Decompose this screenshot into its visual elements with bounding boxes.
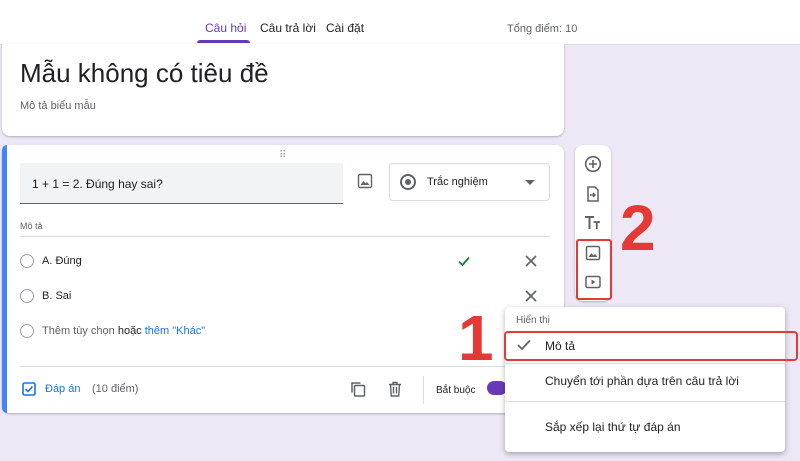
question-type-label: Trắc nghiệm <box>427 176 488 188</box>
total-points: Tổng điểm: 10 <box>507 23 578 35</box>
description-underline <box>20 236 550 237</box>
option-radio <box>20 289 34 303</box>
menu-divider <box>505 363 785 364</box>
menu-divider <box>505 401 785 402</box>
remove-option-icon[interactable] <box>525 290 537 302</box>
menu-item-go-to-section[interactable]: Chuyển tới phần dựa trên câu trả lời <box>505 366 785 396</box>
required-toggle[interactable] <box>487 381 507 395</box>
remove-option-icon[interactable] <box>525 255 537 267</box>
add-question-icon[interactable] <box>584 155 602 173</box>
option-radio <box>20 324 34 338</box>
menu-item-label: Chuyển tới phần dựa trên câu trả lời <box>545 374 739 388</box>
answer-key-icon[interactable] <box>22 382 36 396</box>
question-text: 1 + 1 = 2. Đúng hay sai? <box>32 177 163 191</box>
points-value: (10 điểm) <box>92 383 139 395</box>
form-header-card: Mẫu không có tiêu đề Mô tả biểu mẫu <box>2 44 564 136</box>
top-bar: Câu hỏi Câu trả lời Cài đặt Tổng điểm: 1… <box>0 0 800 45</box>
option-label[interactable]: B. Sai <box>42 290 71 302</box>
option-label[interactable]: A. Đúng <box>42 255 82 267</box>
delete-icon[interactable] <box>388 381 402 397</box>
form-title[interactable]: Mẫu không có tiêu đề <box>20 58 269 89</box>
more-options-menu: Hiển thị Mô tả Chuyển tới phần dựa trên … <box>505 307 785 452</box>
drag-handle-icon[interactable]: ⠿ <box>279 150 287 161</box>
question-input[interactable]: 1 + 1 = 2. Đúng hay sai? <box>20 163 343 204</box>
footer-vertical-divider <box>423 376 424 404</box>
add-option-or: hoặc <box>117 325 142 337</box>
add-title-icon[interactable] <box>584 214 602 232</box>
correct-answer-check-icon <box>458 256 470 267</box>
menu-item-label: Sắp xếp lại thứ tự đáp án <box>545 420 681 434</box>
dropdown-arrow-icon <box>525 180 535 185</box>
add-other-link[interactable]: thêm "Khác" <box>145 325 205 337</box>
form-description[interactable]: Mô tả biểu mẫu <box>20 100 96 112</box>
annotation-box-1 <box>504 331 798 361</box>
required-label: Bắt buộc <box>436 385 476 396</box>
add-option-row: Thêm tùy chọn hoặc thêm "Khác" <box>42 325 205 337</box>
active-question-indicator <box>2 145 7 413</box>
tab-settings[interactable]: Cài đặt <box>326 21 364 35</box>
add-image-icon[interactable] <box>357 173 373 189</box>
import-question-icon[interactable] <box>584 185 602 203</box>
active-tab-indicator <box>197 40 250 43</box>
question-description-label[interactable]: Mô tả <box>20 221 43 231</box>
annotation-label-1: 1 <box>458 302 494 374</box>
menu-item-shuffle-order[interactable]: Sắp xếp lại thứ tự đáp án <box>505 412 785 442</box>
tab-responses[interactable]: Câu trả lời <box>260 21 316 35</box>
question-type-select[interactable]: Trắc nghiệm <box>389 163 550 201</box>
add-option-link[interactable]: Thêm tùy chọn <box>42 325 115 337</box>
menu-header: Hiển thị <box>516 315 550 326</box>
option-radio <box>20 254 34 268</box>
duplicate-icon[interactable] <box>350 381 366 397</box>
annotation-label-2: 2 <box>620 192 656 264</box>
tab-questions[interactable]: Câu hỏi <box>205 21 246 35</box>
annotation-box-2 <box>576 239 612 300</box>
answer-key-button[interactable]: Đáp án <box>45 383 80 395</box>
radio-button-icon <box>400 174 416 190</box>
